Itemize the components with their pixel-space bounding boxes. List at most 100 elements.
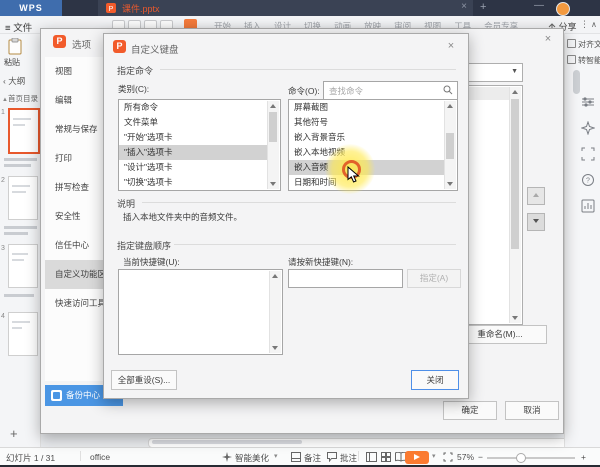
cancel-button[interactable]: 取消 xyxy=(505,401,559,420)
theme-name[interactable]: office xyxy=(90,452,110,462)
reset-all-button[interactable]: 全部重设(S)... xyxy=(111,370,177,390)
category-file-menu[interactable]: 文件菜单 xyxy=(119,115,267,130)
more-options-icon[interactable]: ⋮ xyxy=(580,19,589,30)
current-shortcut-listbox[interactable] xyxy=(118,269,283,355)
new-tab-icon[interactable]: + xyxy=(480,1,486,13)
slide-counter: 幻灯片 1 / 31 xyxy=(6,453,56,463)
search-placeholder: 查找命令 xyxy=(329,86,364,96)
help-icon[interactable]: ? xyxy=(581,173,595,187)
keyboard-close-icon[interactable]: × xyxy=(444,40,458,52)
command-scrollbar[interactable] xyxy=(444,101,456,189)
beautify-star-icon[interactable] xyxy=(581,121,595,135)
scroll-up-icon[interactable] xyxy=(270,104,276,108)
category-transition-tab[interactable]: "切换"选项卡 xyxy=(119,175,267,190)
scrollbar-thumb[interactable] xyxy=(446,133,454,159)
collapse-ribbon-icon[interactable]: ∧ xyxy=(591,20,597,29)
align-text-item[interactable]: 对齐文本 xyxy=(567,39,600,50)
presentation-file-icon: P xyxy=(106,3,116,13)
hamburger-icon: ≡ xyxy=(5,23,11,34)
zoom-level[interactable]: 57% xyxy=(457,452,474,462)
scroll-down-icon[interactable] xyxy=(272,346,278,350)
notes-button[interactable]: 备注 xyxy=(304,452,321,464)
move-down-button[interactable] xyxy=(527,213,545,231)
category-listbox[interactable]: 所有命令 文件菜单 "开始"选项卡 "插入"选项卡 "设计"选项卡 "切换"选项… xyxy=(118,99,281,191)
vertical-scrollbar-thumb[interactable] xyxy=(573,70,580,94)
category-scrollbar[interactable] xyxy=(267,101,279,189)
category-label: 类别(C): xyxy=(118,84,150,94)
assign-button[interactable]: 指定(A) xyxy=(407,269,461,288)
minimize-icon[interactable]: — xyxy=(534,0,544,11)
category-insert-tab[interactable]: "插入"选项卡 xyxy=(119,145,267,160)
smart-beautify-button[interactable]: 智能美化 xyxy=(235,452,269,464)
notes-icon[interactable] xyxy=(291,452,301,462)
zoom-slider-track[interactable] xyxy=(487,457,575,459)
slide-thumbnail-1[interactable] xyxy=(8,108,40,154)
close-button[interactable]: 关闭 xyxy=(411,370,459,390)
outline-first-item[interactable]: ▲首页目录 xyxy=(2,93,39,104)
ok-button[interactable]: 确定 xyxy=(443,401,497,420)
command-embed-bg-music[interactable]: 嵌入背景音乐 xyxy=(289,130,444,145)
scrollbar-thumb[interactable] xyxy=(511,99,519,249)
play-slideshow-button[interactable] xyxy=(405,451,429,464)
slide-thumbnail-3[interactable] xyxy=(8,244,38,288)
document-tab[interactable]: P 课件.pptx × xyxy=(98,0,473,16)
scroll-up-icon[interactable] xyxy=(272,274,278,278)
comments-icon[interactable] xyxy=(327,452,337,462)
current-shortcut-scrollbar[interactable] xyxy=(269,271,281,353)
up-arrow-icon xyxy=(533,193,539,197)
zoom-out-icon[interactable]: − xyxy=(478,452,483,462)
scroll-down-icon[interactable] xyxy=(512,316,518,320)
new-shortcut-input[interactable] xyxy=(288,269,403,288)
slide-number: 3 xyxy=(1,245,5,252)
chart-icon[interactable] xyxy=(581,199,595,213)
beautify-icon[interactable] xyxy=(222,452,232,462)
outline-tab[interactable]: ‹ 大纲 xyxy=(3,75,25,87)
zoom-slider-handle[interactable] xyxy=(516,453,526,463)
zoom-in-icon[interactable]: + xyxy=(581,452,586,462)
beautify-caret-icon[interactable]: ▾ xyxy=(274,452,278,460)
scrollbar-thumb[interactable] xyxy=(269,112,277,142)
scroll-up-icon[interactable] xyxy=(447,104,453,108)
comments-button[interactable]: 批注 xyxy=(340,452,357,464)
scroll-down-icon[interactable] xyxy=(270,182,276,186)
horizontal-scrollbar-thumb[interactable] xyxy=(152,440,302,444)
slide-thumbnail-4[interactable] xyxy=(8,312,38,356)
scroll-up-icon[interactable] xyxy=(512,90,518,94)
category-design-tab[interactable]: "设计"选项卡 xyxy=(119,160,267,175)
specify-command-group-label: 指定命令 xyxy=(117,66,154,76)
command-screenshot[interactable]: 屏幕截图 xyxy=(289,100,444,115)
command-embed-audio[interactable]: 嵌入音频 xyxy=(289,160,444,175)
fit-window-icon[interactable] xyxy=(443,452,453,462)
play-caret-icon[interactable]: ▾ xyxy=(432,452,436,460)
paste-icon[interactable] xyxy=(8,38,23,55)
command-listbox[interactable]: 屏幕截图 其他符号 嵌入背景音乐 嵌入本地视频 嵌入音频 日期和时间 xyxy=(288,99,458,191)
command-description: 插入本地文件夹中的音频文件。 xyxy=(123,212,243,222)
scroll-down-icon[interactable] xyxy=(447,182,453,186)
listbox-scrollbar[interactable] xyxy=(509,87,521,323)
fit-slide-icon[interactable] xyxy=(581,147,595,161)
file-menu-button[interactable]: ≡ 文件 xyxy=(5,20,32,34)
wps-home-button[interactable]: WPS xyxy=(0,0,62,16)
options-close-icon[interactable]: × xyxy=(541,33,555,45)
window-tab-bar: WPS P 课件.pptx × + — xyxy=(0,0,600,16)
close-tab-icon[interactable]: × xyxy=(461,1,467,12)
command-date-time[interactable]: 日期和时间 xyxy=(289,175,444,190)
backup-center-icon xyxy=(51,390,62,401)
add-slide-button[interactable]: + xyxy=(10,426,18,441)
command-other-symbols[interactable]: 其他符号 xyxy=(289,115,444,130)
slide-sorter-icon[interactable] xyxy=(381,452,391,462)
properties-icon[interactable] xyxy=(581,95,595,109)
divider xyxy=(358,451,359,461)
move-up-button[interactable] xyxy=(527,187,545,205)
normal-view-icon[interactable] xyxy=(366,452,377,462)
category-home-tab[interactable]: "开始"选项卡 xyxy=(119,130,267,145)
slide-thumbnail-2[interactable] xyxy=(8,176,38,220)
outline-text-bar xyxy=(4,164,31,167)
paste-label[interactable]: 粘贴 xyxy=(4,57,20,68)
category-all-commands[interactable]: 所有命令 xyxy=(119,100,267,115)
command-search-input[interactable]: 查找命令 xyxy=(323,81,458,100)
user-avatar[interactable] xyxy=(556,2,570,16)
current-shortcut-label: 当前快捷键(U): xyxy=(123,257,180,267)
command-embed-local-video[interactable]: 嵌入本地视频 xyxy=(289,145,444,160)
smart-graphic-item[interactable]: 转智能图形 xyxy=(567,55,600,66)
